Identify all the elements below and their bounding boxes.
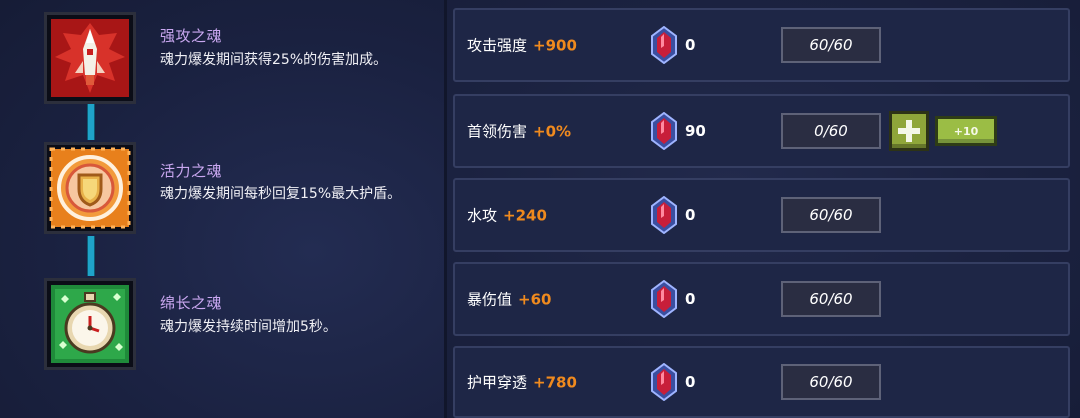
stat-bonus: +0% <box>533 122 572 141</box>
stat-row-boss-damage: 首领伤害 +0% 90 0/60 +10 <box>453 94 1070 168</box>
level-display: 60/60 <box>781 281 881 317</box>
stat-name: 攻击强度 <box>467 36 528 55</box>
soul-connector <box>87 104 95 140</box>
soul-description: 魂力爆发期间获得25%的伤害加成。 <box>160 52 388 68</box>
upgrade-plus10-button[interactable]: +10 <box>935 116 997 146</box>
stat-bonus: +900 <box>533 36 577 55</box>
gem-icon <box>651 26 677 64</box>
stat-row-attack: 攻击强度 +900 0 60/60 <box>453 8 1070 82</box>
green-stopwatch-soul-icon[interactable] <box>44 278 136 370</box>
level-display: 60/60 <box>781 27 881 63</box>
stat-row-crit-damage: 暴伤值 +60 0 60/60 <box>453 262 1070 336</box>
stat-name: 首领伤害 <box>467 122 528 141</box>
gem-count: 0 <box>685 36 696 54</box>
gem-count: 90 <box>685 122 706 140</box>
stat-row-water-attack: 水攻 +240 0 60/60 <box>453 178 1070 252</box>
stat-name: 护甲穿透 <box>467 373 528 392</box>
gem-count: 0 <box>685 373 696 391</box>
stat-bonus: +60 <box>518 290 552 309</box>
orange-shield-soul-icon[interactable] <box>44 142 136 234</box>
gem-icon <box>651 280 677 318</box>
stat-name: 水攻 <box>467 206 498 225</box>
stat-row-armor-penetration: 护甲穿透 +780 0 60/60 <box>453 346 1070 418</box>
soul-description: 魂力爆发期间每秒回复15%最大护盾。 <box>160 186 402 202</box>
panel-divider <box>444 0 447 418</box>
gem-icon <box>651 112 677 150</box>
soul-name: 强攻之魂 <box>160 27 223 45</box>
level-display: 0/60 <box>781 113 881 149</box>
upgrade-plus-button[interactable] <box>889 111 929 151</box>
gem-icon <box>651 196 677 234</box>
soul-name: 活力之魂 <box>160 162 223 180</box>
gem-count: 0 <box>685 206 696 224</box>
stat-bonus: +240 <box>503 206 547 225</box>
gem-icon <box>651 363 677 401</box>
soul-description: 魂力爆发持续时间增加5秒。 <box>160 319 337 335</box>
soul-connector <box>87 236 95 276</box>
gem-count: 0 <box>685 290 696 308</box>
stat-bonus: +780 <box>533 373 577 392</box>
stat-name: 暴伤值 <box>467 290 513 309</box>
soul-name: 绵长之魂 <box>160 294 223 312</box>
red-rocket-soul-icon[interactable] <box>44 12 136 104</box>
level-display: 60/60 <box>781 364 881 400</box>
level-display: 60/60 <box>781 197 881 233</box>
